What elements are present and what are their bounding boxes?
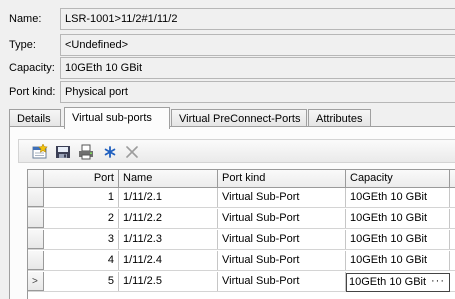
delete-icon[interactable] <box>123 143 141 160</box>
row-selector[interactable] <box>28 188 44 207</box>
table-row[interactable]: 4 1/11/2.4 Virtual Sub-Port 10GEth 10 GB… <box>28 251 455 271</box>
capacity-cell[interactable]: 10GEth 10 GBit <box>346 209 450 228</box>
name-cell[interactable]: 1/11/2.4 <box>119 251 218 270</box>
type-label: Type: <box>9 39 36 51</box>
capacity-cell-editor[interactable]: 10GEth 10 GBit ··· <box>346 273 450 292</box>
name-cell[interactable]: 1/11/2.5 <box>119 272 218 291</box>
row-selector[interactable] <box>28 230 44 249</box>
table-row[interactable]: 3 1/11/2.3 Virtual Sub-Port 10GEth 10 GB… <box>28 230 455 250</box>
port-cell[interactable]: 5 <box>44 272 119 291</box>
name-cell[interactable]: 1/11/2.3 <box>119 230 218 249</box>
grid-header-row: Port Name Port kind Capacity <box>28 170 455 188</box>
column-header-port[interactable]: Port <box>44 170 119 187</box>
capacity-cell[interactable]: 10GEth 10 GBit <box>346 251 450 270</box>
type-field[interactable]: <Undefined> <box>60 34 455 56</box>
port-cell[interactable]: 2 <box>44 209 119 228</box>
capacity-field[interactable]: 10GEth 10 GBit <box>60 57 455 79</box>
table-row[interactable]: 1 1/11/2.1 Virtual Sub-Port 10GEth 10 GB… <box>28 188 455 208</box>
port-kind-cell[interactable]: Virtual Sub-Port <box>218 188 346 207</box>
port-kind-cell[interactable]: Virtual Sub-Port <box>218 230 346 249</box>
type-field-row: Type: <Undefined> <box>0 34 455 56</box>
print-icon[interactable] <box>77 143 95 160</box>
port-cell[interactable]: 4 <box>44 251 119 270</box>
table-row-current[interactable]: > 5 1/11/2.5 Virtual Sub-Port 10GEth 10 … <box>28 272 455 292</box>
port-kind-label: Port kind: <box>9 86 56 98</box>
name-field[interactable]: LSR-1001>11/2#1/11/2 <box>60 8 455 30</box>
star-icon[interactable] <box>101 143 119 160</box>
capacity-editor-value: 10GEth 10 GBit <box>349 276 427 288</box>
sub-ports-grid: Port Name Port kind Capacity 1 1/11/2.1 … <box>27 169 455 299</box>
port-kind-field[interactable]: Physical port <box>60 81 455 103</box>
row-selector-current[interactable]: > <box>28 272 44 291</box>
grid-toolbar <box>18 139 455 163</box>
tab-virtual-sub-ports[interactable]: Virtual sub-ports <box>64 107 170 129</box>
capacity-cell[interactable]: 10GEth 10 GBit <box>346 188 450 207</box>
row-selector-header[interactable] <box>28 170 44 187</box>
port-cell[interactable]: 1 <box>44 188 119 207</box>
port-kind-cell[interactable]: Virtual Sub-Port <box>218 251 346 270</box>
column-header-port-kind[interactable]: Port kind <box>218 170 346 187</box>
port-cell[interactable]: 3 <box>44 230 119 249</box>
capacity-cell[interactable]: 10GEth 10 GBit <box>346 230 450 249</box>
ellipsis-button[interactable]: ··· <box>431 275 445 287</box>
port-kind-field-row: Port kind: Physical port <box>0 81 455 103</box>
column-header-filler <box>450 170 455 187</box>
name-field-row: Name: LSR-1001>11/2#1/11/2 <box>0 8 455 30</box>
column-header-capacity[interactable]: Capacity <box>346 170 450 187</box>
port-kind-cell[interactable]: Virtual Sub-Port <box>218 209 346 228</box>
name-cell[interactable]: 1/11/2.2 <box>119 209 218 228</box>
port-kind-cell[interactable]: Virtual Sub-Port <box>218 272 346 291</box>
row-selector[interactable] <box>28 209 44 228</box>
row-selector[interactable] <box>28 251 44 270</box>
table-row[interactable]: 2 1/11/2.2 Virtual Sub-Port 10GEth 10 GB… <box>28 209 455 229</box>
save-icon[interactable] <box>54 143 72 160</box>
current-row-arrow-icon: > <box>32 276 38 287</box>
name-label: Name: <box>9 13 42 25</box>
name-cell[interactable]: 1/11/2.1 <box>119 188 218 207</box>
new-record-icon[interactable] <box>31 143 49 160</box>
capacity-field-row: Capacity: 10GEth 10 GBit <box>0 57 455 79</box>
tab-panel: Port Name Port kind Capacity 1 1/11/2.1 … <box>9 126 455 299</box>
capacity-label: Capacity: <box>9 62 55 74</box>
tab-strip: Details Virtual sub-ports Virtual PreCon… <box>9 107 455 129</box>
column-header-name[interactable]: Name <box>119 170 218 187</box>
